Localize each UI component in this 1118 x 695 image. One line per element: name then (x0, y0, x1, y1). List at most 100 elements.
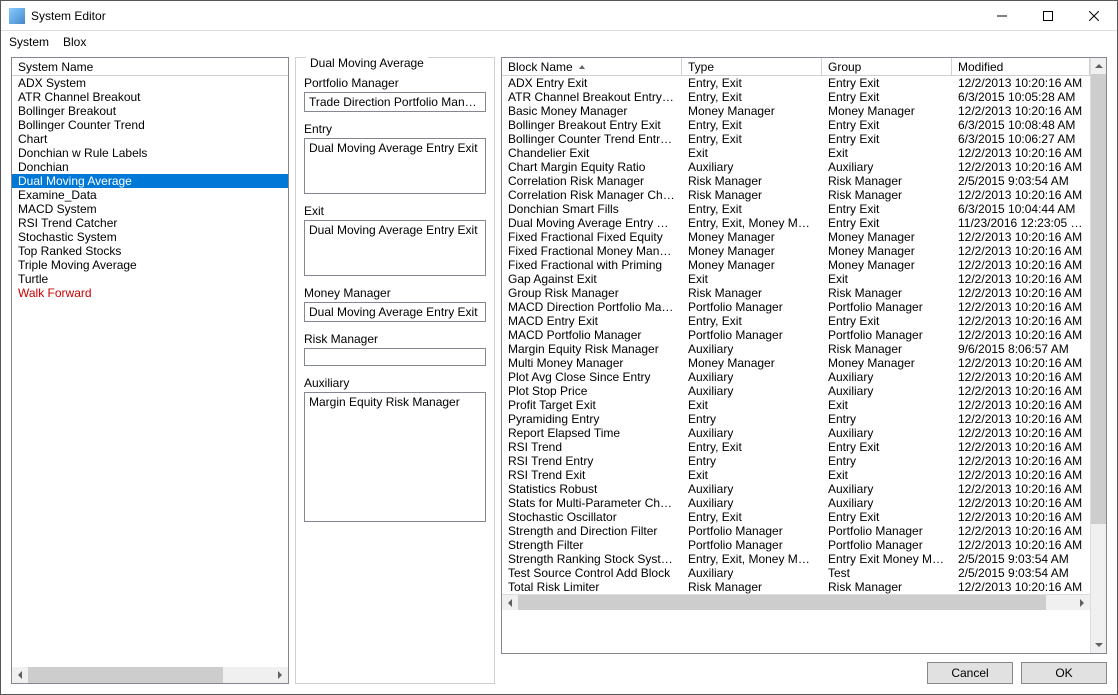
table-row[interactable]: Fixed Fractional Money ManagerMoney Mana… (502, 244, 1090, 258)
list-item[interactable]: Turtle (12, 272, 288, 286)
table-row[interactable]: Profit Target ExitExitExit12/2/2013 10:2… (502, 398, 1090, 412)
auxiliary-label: Auxiliary (304, 376, 486, 390)
list-item[interactable]: Triple Moving Average (12, 258, 288, 272)
list-item[interactable]: Walk Forward (12, 286, 288, 300)
list-item[interactable]: MACD System (12, 202, 288, 216)
table-row[interactable]: Statistics RobustAuxiliaryAuxiliary12/2/… (502, 482, 1090, 496)
list-item[interactable]: Stochastic System (12, 230, 288, 244)
table-row[interactable]: MACD Direction Portfolio ManagerPortfoli… (502, 300, 1090, 314)
table-row[interactable]: Strength FilterPortfolio ManagerPortfoli… (502, 538, 1090, 552)
table-row[interactable]: Group Risk ManagerRisk ManagerRisk Manag… (502, 286, 1090, 300)
col-group[interactable]: Group (822, 58, 952, 75)
table-row[interactable]: Pyramiding EntryEntryEntry12/2/2013 10:2… (502, 412, 1090, 426)
list-item[interactable]: Dual Moving Average (12, 174, 288, 188)
risk-manager-field[interactable] (304, 348, 486, 366)
table-row[interactable]: Fixed Fractional with PrimingMoney Manag… (502, 258, 1090, 272)
minimize-button[interactable] (979, 1, 1025, 31)
list-item[interactable]: RSI Trend Catcher (12, 216, 288, 230)
money-manager-field[interactable]: Dual Moving Average Entry Exit (304, 302, 486, 322)
table-row[interactable]: Strength Ranking Stock SystemEntry, Exit… (502, 552, 1090, 566)
detail-title: Dual Moving Average (306, 56, 428, 70)
table-row[interactable]: Test Source Control Add BlockAuxiliaryTe… (502, 566, 1090, 580)
table-row[interactable]: RSI Trend ExitExitExit12/2/2013 10:20:16… (502, 468, 1090, 482)
scroll-right-icon[interactable] (272, 667, 288, 683)
menu-system[interactable]: System (9, 35, 49, 49)
menu-blox[interactable]: Blox (63, 35, 86, 49)
col-type[interactable]: Type (682, 58, 822, 75)
table-cell: 12/2/2013 10:20:16 AM (952, 496, 1090, 510)
table-cell: Auxiliary (682, 566, 822, 580)
table-row[interactable]: Plot Avg Close Since EntryAuxiliaryAuxil… (502, 370, 1090, 384)
list-item[interactable]: Bollinger Counter Trend (12, 118, 288, 132)
table-row[interactable]: RSI Trend EntryEntryEntry12/2/2013 10:20… (502, 454, 1090, 468)
table-row[interactable]: Bollinger Counter Trend Entry ExitEntry,… (502, 132, 1090, 146)
table-row[interactable]: ATR Channel Breakout Entry ExitEntry, Ex… (502, 90, 1090, 104)
list-item[interactable]: Bollinger Breakout (12, 104, 288, 118)
scroll-left-icon[interactable] (502, 595, 518, 610)
table-row[interactable]: ADX Entry ExitEntry, ExitEntry Exit12/2/… (502, 76, 1090, 90)
col-block-name[interactable]: Block Name (502, 58, 682, 75)
list-item[interactable]: Examine_Data (12, 188, 288, 202)
table-row[interactable]: Gap Against ExitExitExit12/2/2013 10:20:… (502, 272, 1090, 286)
table-cell: Exit (822, 146, 952, 160)
system-list-hscroll[interactable] (12, 667, 288, 683)
table-cell: Statistics Robust (502, 482, 682, 496)
table-cell: 12/2/2013 10:20:16 AM (952, 328, 1090, 342)
table-row[interactable]: Correlation Risk Manager Check FillsRisk… (502, 188, 1090, 202)
table-row[interactable]: RSI TrendEntry, ExitEntry Exit12/2/2013 … (502, 440, 1090, 454)
table-cell: Exit (682, 146, 822, 160)
table-row[interactable]: Plot Stop PriceAuxiliaryAuxiliary12/2/20… (502, 384, 1090, 398)
scroll-up-icon[interactable] (1091, 58, 1106, 74)
table-cell: Entry, Exit (682, 314, 822, 328)
list-item[interactable]: ADX System (12, 76, 288, 90)
table-row[interactable]: Chart Margin Equity RatioAuxiliaryAuxili… (502, 160, 1090, 174)
scroll-right-icon[interactable] (1074, 595, 1090, 610)
table-cell: Exit (682, 468, 822, 482)
entry-label: Entry (304, 122, 486, 136)
table-row[interactable]: Fixed Fractional Fixed EquityMoney Manag… (502, 230, 1090, 244)
blocks-vscroll[interactable] (1090, 58, 1106, 653)
table-row[interactable]: MACD Portfolio ManagerPortfolio ManagerP… (502, 328, 1090, 342)
table-cell: Pyramiding Entry (502, 412, 682, 426)
system-list-header[interactable]: System Name (12, 58, 288, 76)
table-row[interactable]: Basic Money ManagerMoney ManagerMoney Ma… (502, 104, 1090, 118)
list-item[interactable]: Chart (12, 132, 288, 146)
table-cell: Entry Exit (822, 118, 952, 132)
table-cell: Auxiliary (822, 384, 952, 398)
close-button[interactable] (1071, 1, 1117, 31)
table-row[interactable]: Chandelier ExitExitExit12/2/2013 10:20:1… (502, 146, 1090, 160)
table-cell: 12/2/2013 10:20:16 AM (952, 244, 1090, 258)
cancel-button[interactable]: Cancel (927, 662, 1013, 684)
exit-field[interactable]: Dual Moving Average Entry Exit (304, 220, 486, 276)
table-row[interactable]: Total Risk LimiterRisk ManagerRisk Manag… (502, 580, 1090, 594)
list-item[interactable]: ATR Channel Breakout (12, 90, 288, 104)
ok-button[interactable]: OK (1021, 662, 1107, 684)
blocks-body[interactable]: ADX Entry ExitEntry, ExitEntry Exit12/2/… (502, 76, 1090, 594)
table-cell: 12/2/2013 10:20:16 AM (952, 188, 1090, 202)
table-row[interactable]: Stats for Multi-Parameter ChartsAuxiliar… (502, 496, 1090, 510)
maximize-button[interactable] (1025, 1, 1071, 31)
blocks-hscroll[interactable] (502, 594, 1090, 610)
table-row[interactable]: Strength and Direction FilterPortfolio M… (502, 524, 1090, 538)
table-row[interactable]: Correlation Risk ManagerRisk ManagerRisk… (502, 174, 1090, 188)
list-item[interactable]: Donchian w Rule Labels (12, 146, 288, 160)
table-row[interactable]: Stochastic OscillatorEntry, ExitEntry Ex… (502, 510, 1090, 524)
scroll-down-icon[interactable] (1091, 637, 1106, 653)
table-row[interactable]: Report Elapsed TimeAuxiliaryAuxiliary12/… (502, 426, 1090, 440)
entry-field[interactable]: Dual Moving Average Entry Exit (304, 138, 486, 194)
list-item[interactable]: Top Ranked Stocks (12, 244, 288, 258)
system-list[interactable]: ADX SystemATR Channel BreakoutBollinger … (12, 76, 288, 667)
scroll-left-icon[interactable] (12, 667, 28, 683)
portfolio-manager-field[interactable]: Trade Direction Portfolio Mana... (304, 92, 486, 112)
table-row[interactable]: Bollinger Breakout Entry ExitEntry, Exit… (502, 118, 1090, 132)
table-cell: Risk Manager (682, 580, 822, 594)
table-row[interactable]: Dual Moving Average Entry ExitEntry, Exi… (502, 216, 1090, 230)
table-row[interactable]: Margin Equity Risk ManagerAuxiliaryRisk … (502, 342, 1090, 356)
table-row[interactable]: Donchian Smart FillsEntry, ExitEntry Exi… (502, 202, 1090, 216)
list-item[interactable]: Donchian (12, 160, 288, 174)
col-modified[interactable]: Modified (952, 58, 1090, 75)
auxiliary-field[interactable]: Margin Equity Risk Manager (304, 392, 486, 522)
table-cell: 12/2/2013 10:20:16 AM (952, 272, 1090, 286)
table-row[interactable]: Multi Money ManagerMoney ManagerMoney Ma… (502, 356, 1090, 370)
table-row[interactable]: MACD Entry ExitEntry, ExitEntry Exit12/2… (502, 314, 1090, 328)
